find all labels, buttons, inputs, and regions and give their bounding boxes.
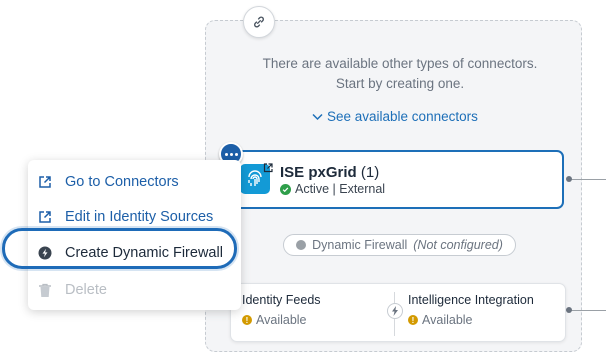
bolt-icon: [387, 303, 403, 319]
warning-icon: !: [408, 315, 418, 325]
menu-item-go-to-connectors[interactable]: Go to Connectors: [38, 174, 179, 190]
empty-state-message: There are available other types of conne…: [230, 54, 570, 94]
ise-card-status: Active | External: [280, 182, 385, 196]
menu-item-create-dynamic-firewall[interactable]: Create Dynamic Firewall: [38, 245, 223, 261]
identity-feeds-status: ! Available: [242, 313, 307, 327]
connector-port: [566, 176, 572, 182]
intelligence-integration-label: Intelligence Integration: [408, 293, 534, 307]
menu-item-label: Create Dynamic Firewall: [65, 245, 223, 261]
dot: [234, 152, 238, 156]
trash-icon: [39, 283, 51, 297]
ise-card-status-text: Active | External: [295, 182, 386, 196]
chevron-down-icon: [312, 113, 323, 120]
connector-port: [566, 307, 572, 313]
dynamic-firewall-pill: Dynamic Firewall (Not configured): [283, 234, 516, 256]
connector-line: [569, 179, 606, 180]
ise-card-name: ISE pxGrid: [280, 164, 357, 181]
ise-card-title: ISE pxGrid (1): [280, 164, 379, 181]
warning-icon: !: [242, 315, 252, 325]
identity-feeds-label: Identity Feeds: [242, 293, 321, 307]
external-link-icon[interactable]: [263, 160, 273, 178]
empty-state-line-2: Start by creating one.: [335, 76, 465, 91]
dynamic-firewall-state: (Not configured): [413, 238, 503, 252]
dot: [224, 152, 228, 156]
see-available-connectors-link[interactable]: See available connectors: [312, 109, 478, 124]
menu-item-delete[interactable]: Delete: [38, 282, 107, 298]
intelligence-integration-status: ! Available: [408, 313, 473, 327]
firewall-bolt-icon: [296, 240, 307, 250]
dynamic-firewall-label: Dynamic Firewall: [312, 238, 408, 252]
link-icon: [254, 16, 264, 28]
dot: [229, 152, 233, 156]
menu-item-label: Delete: [65, 282, 107, 298]
identity-feeds-status-text: Available: [256, 313, 307, 327]
menu-item-label: Go to Connectors: [65, 174, 179, 190]
link-badge: [243, 6, 275, 38]
external-link-icon: [39, 176, 51, 188]
menu-item-label: Edit in Identity Sources: [65, 209, 214, 225]
ise-card-count: (1): [360, 164, 380, 181]
firewall-bolt-icon: [38, 246, 52, 260]
menu-item-edit-identity-sources[interactable]: Edit in Identity Sources: [38, 209, 213, 225]
check-circle-icon: [280, 183, 291, 195]
external-link-icon: [39, 211, 51, 223]
empty-state-line-1: There are available other types of conne…: [262, 56, 538, 71]
see-available-connectors-label: See available connectors: [327, 109, 478, 124]
connector-line: [569, 310, 606, 311]
intelligence-integration-status-text: Available: [422, 313, 473, 327]
